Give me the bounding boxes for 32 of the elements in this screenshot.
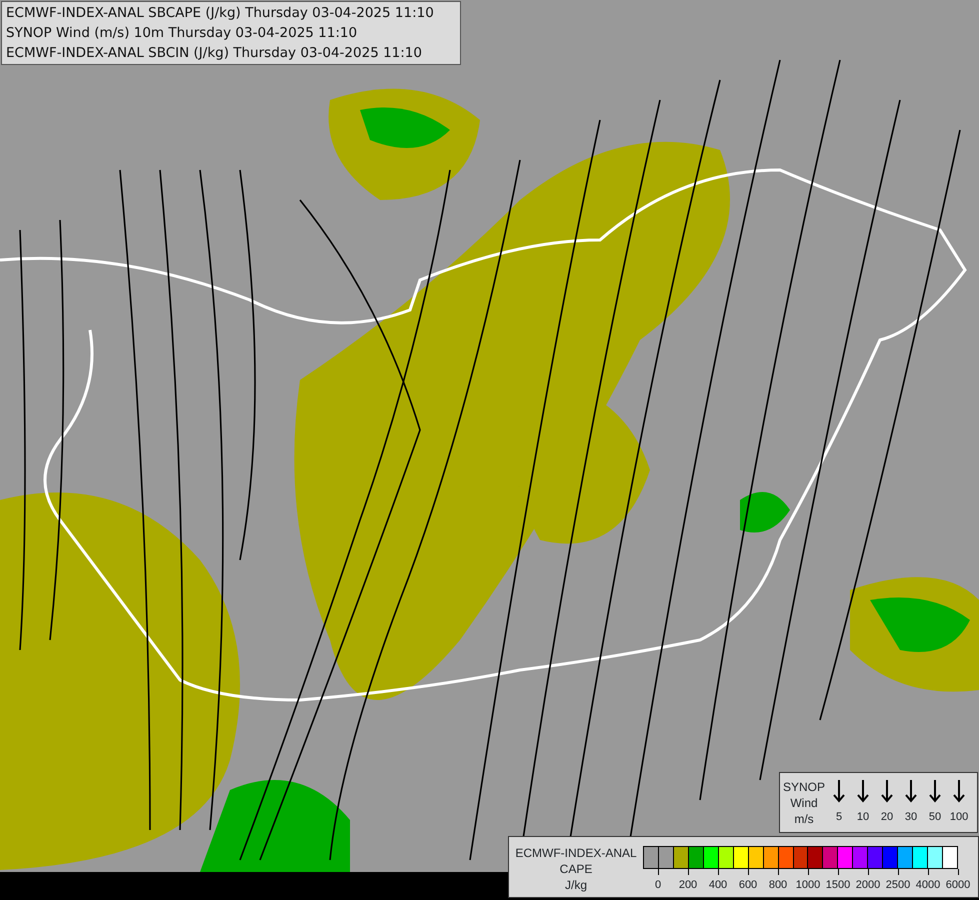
tick-label: 800	[768, 878, 788, 893]
legend-label: J/kg	[564, 877, 588, 893]
tick-label: 600	[738, 878, 758, 893]
legend-label: CAPE	[558, 861, 594, 877]
tick-label: 1000	[796, 878, 820, 893]
tick-label: 200	[678, 878, 698, 893]
down-arrow-icon	[881, 779, 894, 804]
legend-label: Wind	[789, 794, 819, 810]
tick-label: 400	[708, 878, 728, 893]
tick-label: 0	[654, 878, 662, 893]
speed-label: 100	[950, 810, 968, 826]
down-arrow-icon	[953, 779, 966, 804]
tick-label: 2000	[856, 878, 880, 893]
speed-label: 50	[928, 810, 942, 826]
legend-label: ECMWF-INDEX-ANAL	[515, 845, 637, 861]
speed-label: 10	[856, 810, 870, 826]
title-line: ECMWF-INDEX-ANAL SBCIN (J/kg) Thursday 03-04-2025 11:10	[6, 44, 423, 63]
title-line: SYNOP Wind (m/s) 10m Thursday 03-04-2025 11:10	[6, 24, 358, 43]
tick-label: 1500	[826, 878, 850, 893]
speed-label: 5	[836, 810, 842, 826]
speed-label: 20	[880, 810, 894, 826]
legend-label: SYNOP	[783, 778, 826, 794]
down-arrow-icon	[857, 779, 870, 804]
legend-label: m/s	[793, 810, 815, 826]
title-line: ECMWF-INDEX-ANAL SBCAPE (J/kg) Thursday 03-04-2025 11:10	[6, 4, 435, 23]
down-arrow-icon	[929, 779, 942, 804]
tick-label: 2500	[886, 878, 910, 893]
speed-label: 30	[904, 810, 918, 826]
tick-label: 6000	[946, 878, 970, 893]
tick-label: 4000	[916, 878, 940, 893]
down-arrow-icon	[905, 779, 918, 804]
down-arrow-icon	[833, 779, 846, 804]
